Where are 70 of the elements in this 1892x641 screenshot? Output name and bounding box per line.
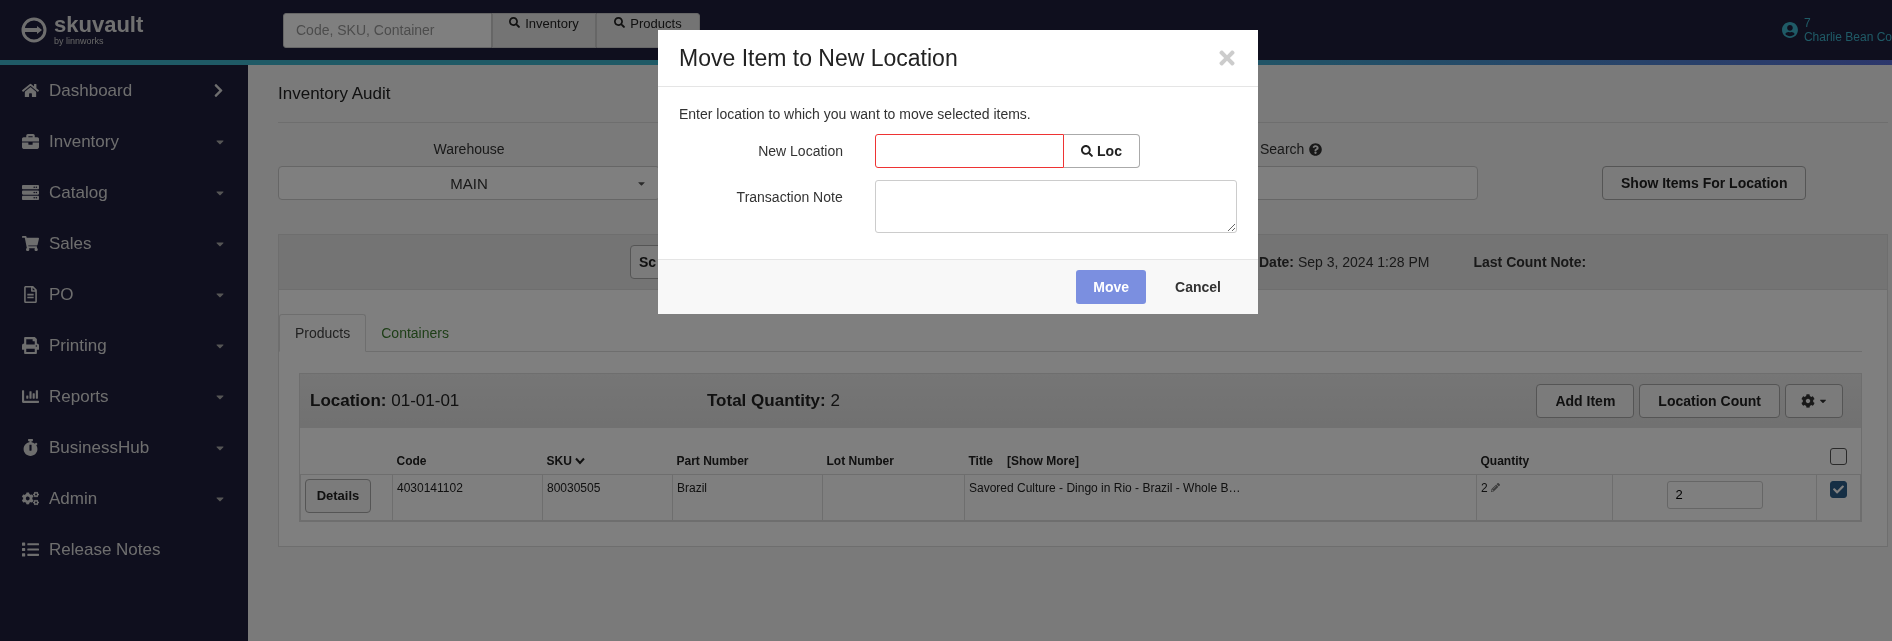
column-header[interactable]: SKU	[546, 453, 585, 468]
logo-icon	[20, 16, 48, 44]
table-cell: 80030505	[547, 480, 601, 495]
sidebar-item[interactable]: BusinessHub	[0, 422, 248, 473]
field-label: New Location	[757, 142, 844, 159]
printer-icon	[22, 337, 39, 354]
gauge-icon	[22, 439, 39, 456]
sidebar-item[interactable]: PO	[0, 269, 248, 320]
row-checkbox[interactable]	[1830, 480, 1847, 498]
document-icon	[22, 286, 39, 303]
panel-button[interactable]: Add Item	[1536, 384, 1635, 418]
settings-icon	[1800, 394, 1815, 408]
search-icon	[509, 16, 521, 28]
column-header[interactable]: Part Number	[676, 453, 749, 468]
search-icon	[614, 16, 626, 28]
info-text: Date: Sep 3, 2024 1:28 PM	[1259, 254, 1430, 270]
move-button[interactable]: Move	[1076, 270, 1147, 304]
search-button[interactable]: Inventory	[492, 12, 596, 48]
logo-text: skuvault	[54, 14, 144, 36]
home-icon	[22, 82, 39, 99]
settings-button[interactable]	[1785, 384, 1843, 418]
location-search-button[interactable]: Loc	[1064, 134, 1140, 168]
location-field[interactable]	[875, 134, 1064, 168]
sidebar-item[interactable]: Reports	[0, 371, 248, 422]
sort-chevron-icon[interactable]	[574, 456, 585, 465]
details-button[interactable]: Details	[305, 478, 371, 513]
count-field[interactable]: 2	[1666, 480, 1763, 509]
user-name[interactable]: Charlie Bean Co	[1803, 30, 1892, 44]
cancel-button[interactable]: Cancel	[1158, 270, 1238, 304]
pencil-icon[interactable]	[1491, 482, 1501, 492]
bar-chart-icon	[22, 388, 39, 405]
column-header[interactable]: Lot Number	[826, 453, 894, 468]
field-label: Warehouse	[433, 141, 505, 157]
total-quantity-text: Total Quantity: 2	[707, 391, 840, 411]
cart-icon	[22, 235, 39, 252]
table-cell: Savored Culture - Dingo in Rio - Brazil - Whole B…	[969, 480, 1241, 495]
sidebar-item[interactable]: Dashboard	[0, 65, 248, 116]
column-header[interactable]: Title	[968, 453, 993, 468]
search-icon	[1081, 145, 1094, 157]
briefcase-icon	[22, 133, 39, 150]
help-icon[interactable]	[1309, 142, 1323, 156]
warehouse-select[interactable]: MAIN	[278, 166, 660, 200]
table-cell: 4030141102	[397, 480, 463, 495]
sidebar-item[interactable]: Inventory	[0, 116, 248, 167]
gears-icon	[22, 490, 39, 507]
user-count: 7	[1803, 16, 1812, 30]
select-all-checkbox[interactable]	[1830, 447, 1847, 465]
logo-subtitle: by linnworks	[54, 36, 105, 46]
check-icon	[1833, 483, 1844, 495]
sidebar-item[interactable]: Sales	[0, 218, 248, 269]
table-cell: Brazil	[677, 480, 707, 495]
info-text: Last Count Note:	[1473, 254, 1587, 270]
location-text: Location: 01-01-01	[310, 391, 461, 411]
show-more-link[interactable]: [Show More]	[1006, 453, 1079, 468]
sidebar-item[interactable]: Release Notes	[0, 524, 248, 575]
tab[interactable]: Products	[279, 314, 367, 352]
show-items-button[interactable]: Show Items For Location	[1602, 166, 1807, 200]
panel-button[interactable]: Location Count	[1639, 384, 1780, 418]
column-header[interactable]: Quantity	[1480, 453, 1530, 468]
list-icon	[22, 541, 39, 558]
sidebar-item[interactable]: Admin	[0, 473, 248, 524]
sidebar-item[interactable]: Catalog	[0, 167, 248, 218]
column-header[interactable]: Code	[396, 453, 427, 468]
sidebar-item[interactable]: Printing	[0, 320, 248, 371]
stack-icon	[22, 184, 39, 201]
field-label: Search	[1260, 141, 1305, 157]
modal-message: Enter location to which you want to move selected items.	[679, 106, 1032, 122]
field-label: Transaction Note	[735, 188, 844, 205]
table-cell: 2	[1481, 480, 1488, 495]
note-field[interactable]	[874, 180, 1237, 233]
